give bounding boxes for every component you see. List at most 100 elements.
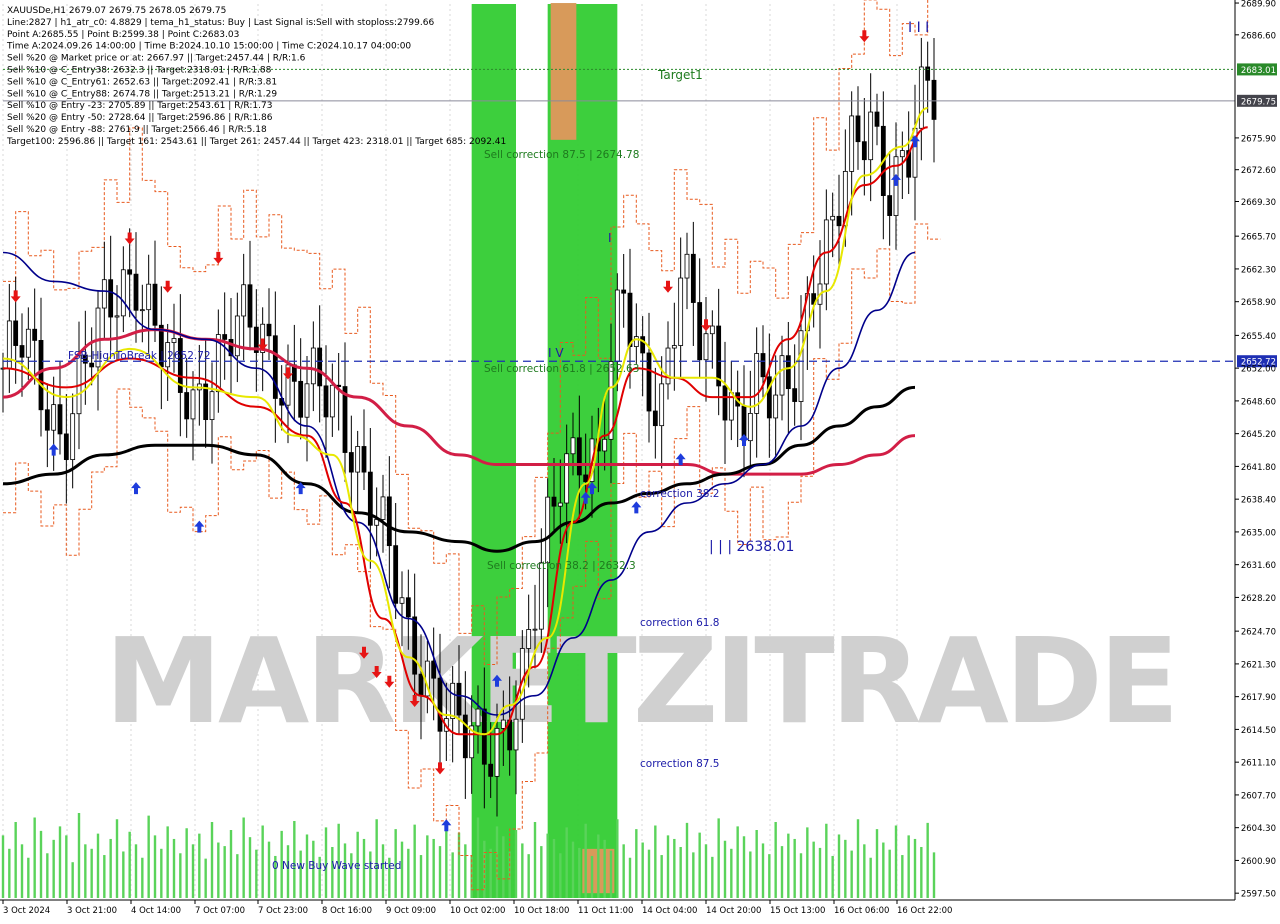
y-tick-label-15: 2641.80	[1241, 463, 1276, 473]
candle-body-23	[146, 283, 152, 311]
x-tick-label-10: 14 Oct 04:00	[642, 906, 697, 916]
candle-body-19	[120, 269, 126, 317]
header-line-1: Line:2827 | h1_atr_c0: 4.8829 | tema_h1_…	[7, 18, 434, 28]
header-line-11: Target100: 2596.86 || Target 161: 2543.6…	[6, 137, 506, 147]
candle-body-147	[931, 79, 937, 120]
candle-body-92	[583, 474, 589, 482]
wave-mark-iv: I V	[548, 346, 564, 360]
candle-body-61	[386, 496, 392, 547]
candle-body-87	[551, 496, 557, 507]
x-tick-label-14: 16 Oct 22:00	[897, 906, 952, 916]
y-tick-label-20: 2624.70	[1241, 628, 1276, 638]
orange-box-0	[550, 3, 577, 140]
candle-body-109	[690, 253, 696, 303]
candle-body-126	[798, 330, 804, 402]
candle-body-90	[570, 437, 576, 455]
candle-body-105	[665, 347, 671, 385]
wave-mark-i: I	[608, 231, 612, 245]
sell-correction-618: Sell correction 61.8 | 2652.63	[484, 363, 639, 375]
x-tick-label-9: 11 Oct 11:00	[578, 906, 633, 916]
candle-body-106	[671, 345, 677, 349]
candle-body-10	[63, 433, 69, 460]
y-tick-label-17: 2635.00	[1241, 528, 1276, 538]
y-tick-label-18: 2631.60	[1241, 561, 1276, 571]
y-tick-label-22: 2617.90	[1241, 693, 1276, 703]
candle-body-77	[488, 763, 494, 777]
candle-body-66	[418, 673, 424, 697]
y-tick-label-25: 2607.70	[1241, 791, 1276, 801]
y-tick-label-26: 2604.30	[1241, 824, 1276, 834]
correction-875-label: correction 87.5	[640, 758, 719, 770]
candle-body-39	[247, 284, 253, 328]
correction-382-label: correction 38.2	[640, 488, 719, 500]
x-tick-label-0: 3 Oct 2024	[3, 906, 50, 916]
y-tick-label-13: 2648.60	[1241, 397, 1276, 407]
candle-body-18	[114, 315, 120, 318]
candle-body-43	[272, 335, 278, 399]
x-tick-label-11: 14 Oct 20:00	[706, 906, 761, 916]
candle-body-16	[101, 279, 107, 309]
x-tick-label-2: 4 Oct 14:00	[131, 906, 181, 916]
candle-body-64	[405, 597, 411, 618]
candle-body-71	[450, 682, 456, 719]
candle-body-97	[614, 289, 620, 362]
candle-body-8	[51, 404, 57, 431]
candle-body-112	[709, 325, 715, 335]
candle-body-101	[640, 336, 646, 354]
candle-body-88	[557, 502, 563, 507]
candle-body-142	[899, 150, 905, 158]
header-line-0: XAUUSDe,H1 2679.07 2679.75 2678.05 2679.…	[7, 6, 226, 16]
y-tick-label-0: 2689.90	[1241, 0, 1276, 10]
candle-body-6	[38, 340, 44, 411]
candle-body-113	[716, 325, 722, 387]
x-tick-label-5: 8 Oct 16:00	[322, 906, 372, 916]
header-line-7: Sell %10 @ C_Entry88: 2674.78 || Target:…	[7, 89, 277, 99]
candle-body-95	[602, 438, 608, 452]
candle-body-37	[234, 315, 240, 357]
candle-body-58	[367, 471, 373, 526]
watermark-layer: MARKETZITRADE	[105, 612, 1180, 750]
candle-body-49	[310, 347, 316, 385]
candle-body-63	[399, 597, 405, 604]
candle-body-114	[722, 385, 728, 421]
candle-body-75	[475, 708, 481, 727]
candle-body-85	[538, 562, 544, 630]
candle-body-42	[266, 323, 272, 337]
candle-body-72	[456, 682, 462, 716]
candle-body-145	[918, 66, 924, 129]
candle-body-17	[108, 279, 114, 318]
y-tick-label-6: 2669.30	[1241, 198, 1276, 208]
candle-body-38	[241, 284, 247, 317]
x-tick-label-13: 16 Oct 06:00	[834, 906, 889, 916]
fsb-label: FSB-HighToBreak | 2652.72	[68, 350, 211, 362]
candle-body-118	[747, 413, 753, 442]
candle-body-99	[627, 292, 633, 347]
y-tick-label-23: 2614.50	[1241, 726, 1276, 736]
candle-body-2	[13, 320, 19, 346]
correction-618-label: correction 61.8	[640, 617, 719, 629]
candle-body-27	[171, 338, 177, 343]
candle-body-52	[329, 384, 335, 418]
candle-body-51	[323, 385, 329, 418]
x-tick-label-8: 10 Oct 18:00	[514, 906, 569, 916]
y-tick-label-27: 2600.90	[1241, 857, 1276, 867]
y-tick-label-8: 2662.30	[1241, 265, 1276, 275]
candle-body-100	[633, 336, 639, 347]
candle-body-50	[317, 347, 323, 387]
candle-body-56	[355, 446, 361, 473]
chart-area: MARKETZITRADE Target1 Sell correction 87…	[0, 0, 1280, 920]
y-tick-label-24: 2611.10	[1241, 759, 1276, 769]
candle-body-83	[526, 629, 532, 649]
buy-wave-label: 0 New Buy Wave started	[272, 860, 401, 872]
y-tick-label-19: 2628.20	[1241, 594, 1276, 604]
candle-body-98	[621, 289, 627, 294]
candle-body-69	[437, 677, 443, 732]
candle-body-7	[44, 409, 50, 431]
sell-correction-875: Sell correction 87.5 | 2674.78	[484, 149, 639, 161]
candle-body-24	[152, 283, 158, 326]
candle-body-3	[19, 345, 25, 358]
candle-body-65	[412, 616, 418, 675]
candle-body-22	[139, 309, 145, 312]
candle-body-55	[348, 452, 354, 473]
header-line-2: Point A:2685.55 | Point B:2599.38 | Poin…	[7, 30, 239, 40]
